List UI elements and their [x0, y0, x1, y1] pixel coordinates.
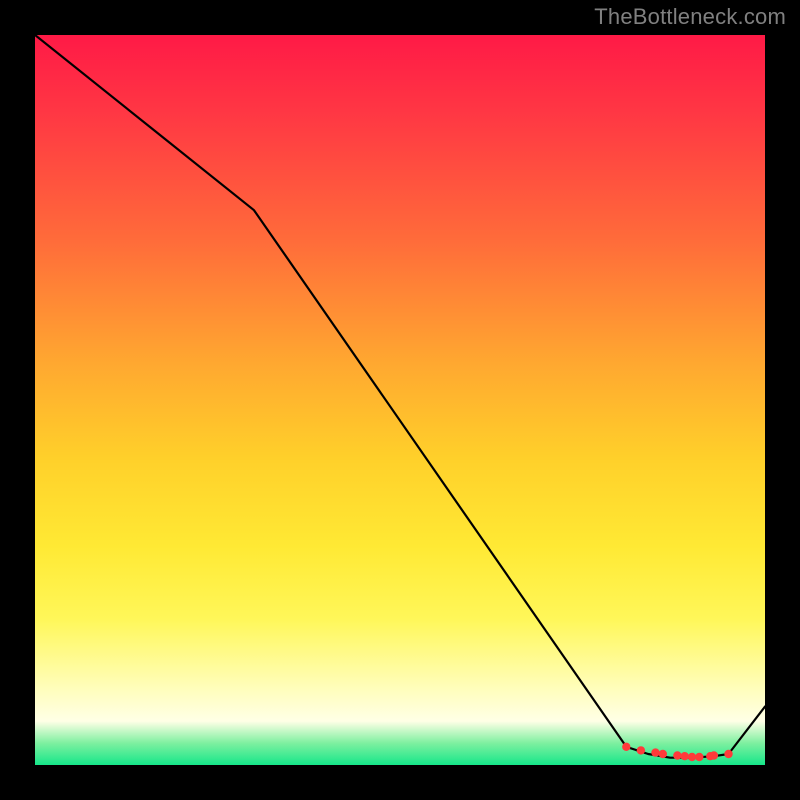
marker-dot	[710, 751, 718, 759]
marker-dot	[651, 748, 659, 756]
marker-dot	[659, 750, 667, 758]
marker-dot	[673, 751, 681, 759]
marker-dot	[695, 753, 703, 761]
marker-dot	[688, 753, 696, 761]
marker-dot	[724, 750, 732, 758]
marker-group	[622, 743, 733, 762]
series-curve	[35, 35, 765, 758]
line-chart-svg	[35, 35, 765, 765]
plot-area	[35, 35, 765, 765]
marker-dot	[681, 752, 689, 760]
marker-dot	[637, 746, 645, 754]
marker-dot	[622, 743, 630, 751]
watermark-label: TheBottleneck.com	[594, 4, 786, 30]
chart-frame: TheBottleneck.com	[0, 0, 800, 800]
